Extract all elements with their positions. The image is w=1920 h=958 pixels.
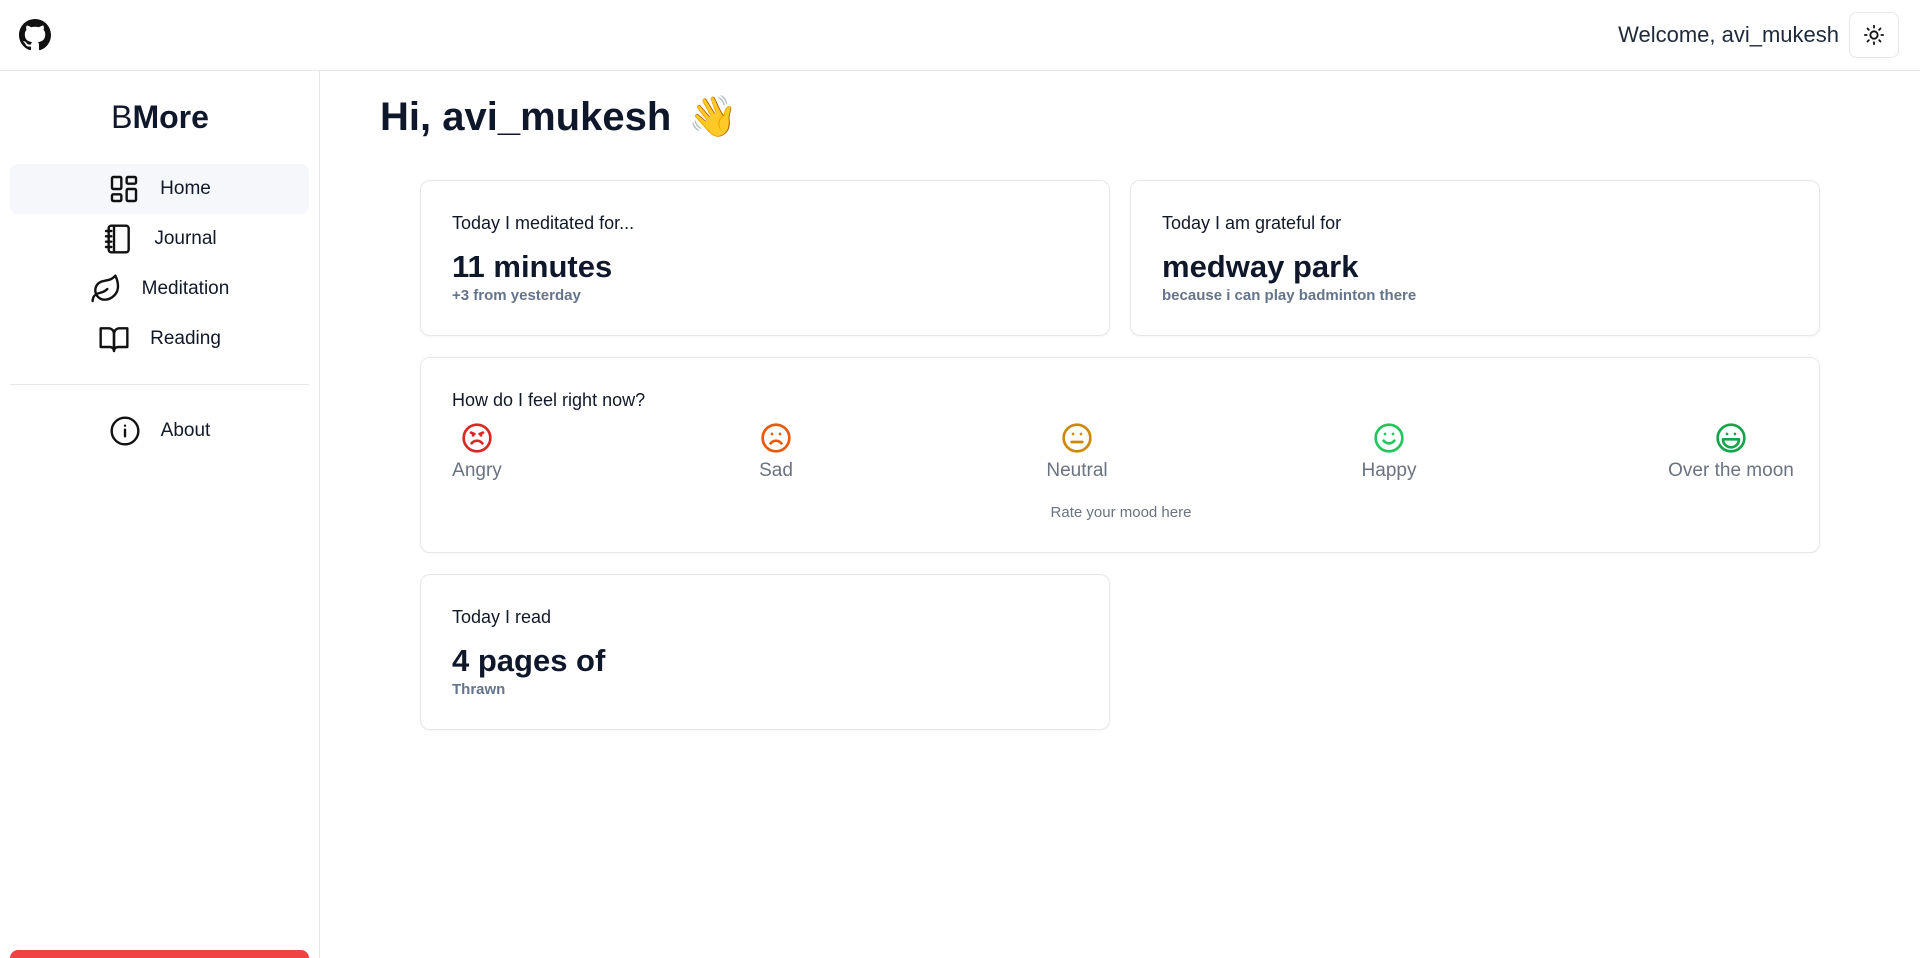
neutral-face-icon	[1062, 423, 1092, 453]
brand-bold: More	[132, 99, 209, 135]
book-open-icon	[99, 327, 129, 353]
mood-option-happy[interactable]: Happy	[1354, 422, 1424, 482]
card-subtext: Thrawn	[452, 681, 506, 698]
laugh-face-icon	[1716, 423, 1746, 453]
mood-option-angry[interactable]: Angry	[452, 422, 502, 482]
sidebar-item-label: Journal	[154, 228, 217, 249]
card-label: Today I read	[452, 607, 552, 627]
mood-option-neutral[interactable]: Neutral	[1042, 422, 1112, 482]
smile-face-icon	[1374, 423, 1404, 453]
brand-light: B	[111, 99, 133, 135]
info-icon	[110, 416, 140, 446]
sidebar-item-meditation[interactable]: Meditation	[10, 264, 309, 314]
mood-label: Angry	[452, 460, 502, 481]
sidebar: BMore Home Journal Meditation Reading Ab…	[0, 71, 320, 958]
brand-logo[interactable]: BMore	[0, 97, 320, 137]
sidebar-item-journal[interactable]: Journal	[10, 214, 309, 264]
logout-button[interactable]	[10, 950, 309, 958]
mood-hint: Rate your mood here	[1050, 504, 1192, 521]
mood-question: How do I feel right now?	[452, 390, 646, 410]
mood-label: Over the moon	[1668, 460, 1794, 481]
sidebar-item-reading[interactable]: Reading	[10, 314, 309, 364]
grid-icon	[110, 175, 138, 203]
sidebar-divider	[10, 384, 309, 385]
top-bar: Welcome, avi_mukesh	[0, 0, 1920, 71]
sidebar-item-label: Reading	[150, 328, 221, 349]
card-value: 11 minutes	[452, 249, 613, 284]
page-title: Hi, avi_mukesh 👋	[380, 92, 738, 142]
github-icon[interactable]	[19, 19, 51, 51]
mood-option-over-the-moon[interactable]: Over the moon	[1666, 422, 1796, 482]
card-value: 4 pages of	[452, 643, 606, 678]
card-value: medway park	[1162, 249, 1359, 284]
mood-label: Neutral	[1046, 460, 1108, 481]
card-label: Today I meditated for...	[452, 213, 635, 233]
mood-label: Happy	[1361, 460, 1417, 481]
welcome-text: Welcome, avi_mukesh	[1618, 22, 1839, 47]
sidebar-item-label: About	[160, 420, 211, 441]
reading-card[interactable]: Today I read 4 pages of Thrawn	[420, 574, 1110, 730]
card-subtext: +3 from yesterday	[452, 287, 581, 304]
angry-face-icon	[462, 423, 492, 453]
sun-icon	[1863, 24, 1885, 46]
sidebar-item-label: Meditation	[141, 278, 230, 299]
meditation-card[interactable]: Today I meditated for... 11 minutes +3 f…	[420, 180, 1110, 336]
sad-face-icon	[761, 423, 791, 453]
greeting-text: Hi, avi_mukesh	[380, 95, 672, 139]
sidebar-item-label: Home	[160, 178, 211, 199]
card-subtext: because i can play badminton there	[1162, 287, 1417, 304]
notebook-icon	[105, 224, 131, 254]
gratitude-card[interactable]: Today I am grateful for medway park beca…	[1130, 180, 1820, 336]
mood-card: How do I feel right now? Angry Sad Neutr…	[420, 357, 1820, 553]
mood-option-sad[interactable]: Sad	[751, 422, 801, 482]
wave-emoji: 👋	[688, 95, 739, 139]
theme-toggle-button[interactable]	[1849, 12, 1899, 58]
sidebar-item-about[interactable]: About	[10, 406, 309, 456]
sidebar-item-home[interactable]: Home	[10, 164, 309, 214]
mood-label: Sad	[759, 460, 793, 481]
leaf-icon	[91, 274, 119, 303]
card-label: Today I am grateful for	[1162, 213, 1342, 233]
